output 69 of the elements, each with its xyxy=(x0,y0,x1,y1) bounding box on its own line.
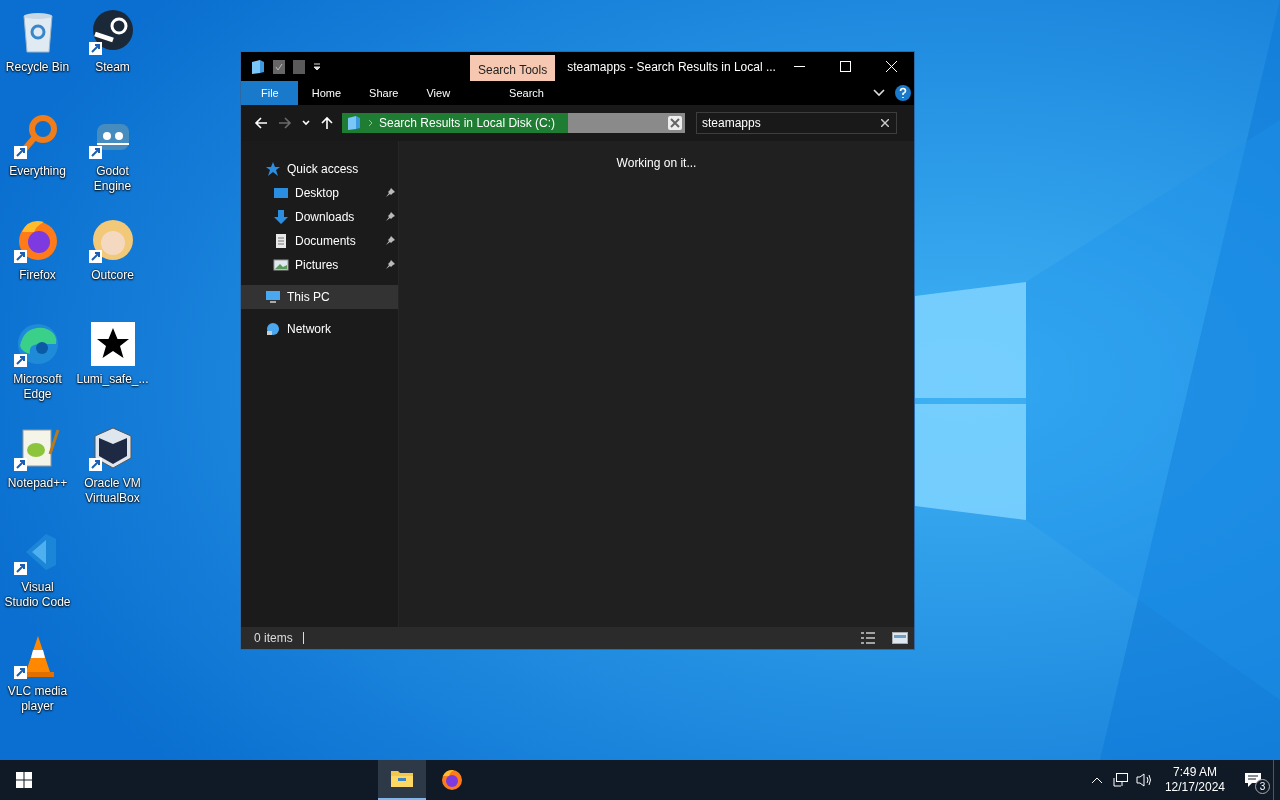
folder-icon xyxy=(346,115,362,131)
ribbon-tab[interactable]: Share xyxy=(355,81,413,105)
nav-item[interactable]: This PC xyxy=(241,285,398,309)
pin-icon xyxy=(385,235,396,246)
address-path: Search Results in Local Disk (C:) xyxy=(379,116,556,130)
ribbon-tab[interactable]: Home xyxy=(297,81,356,105)
nav-item[interactable]: Documents xyxy=(241,229,398,253)
nav-item[interactable]: Pictures xyxy=(241,253,398,277)
taskbar-app[interactable] xyxy=(378,760,426,800)
minimize-icon xyxy=(793,66,805,67)
desktop-shortcut[interactable]: Recycle Bin xyxy=(0,4,75,75)
pin-icon xyxy=(385,211,396,222)
pin-icon xyxy=(385,259,396,270)
nav-item[interactable]: Network xyxy=(241,317,398,341)
desktop-shortcut[interactable]: Godot Engine xyxy=(75,108,150,194)
maximize-icon xyxy=(839,61,851,72)
back-icon xyxy=(254,116,268,130)
chevron-up-icon xyxy=(1090,776,1103,784)
window-title: steamapps - Search Results in Local ... xyxy=(566,58,776,76)
desktop-shortcut[interactable]: Steam xyxy=(75,4,150,75)
ribbon-tab[interactable]: View xyxy=(412,81,465,105)
up-icon xyxy=(320,116,334,130)
nav-item[interactable]: Quick access xyxy=(241,157,398,181)
clear-icon xyxy=(668,116,682,130)
clear-address-button[interactable] xyxy=(665,113,685,133)
computer-icon xyxy=(265,289,281,305)
monitor-icon xyxy=(273,185,289,201)
notifications-button[interactable]: 3 xyxy=(1233,760,1273,800)
desktop-shortcut[interactable]: Oracle VM VirtualBox xyxy=(75,420,150,506)
forward-icon xyxy=(278,116,292,130)
search-field[interactable]: steamapps xyxy=(696,112,897,134)
desktop-shortcut[interactable]: Notepad++ xyxy=(0,420,75,491)
details-view-icon[interactable] xyxy=(860,632,876,644)
folder-icon xyxy=(250,58,266,75)
desktop-shortcut[interactable]: Outcore xyxy=(75,212,150,283)
desktop-shortcut[interactable]: Lumi_safe_... xyxy=(75,316,150,387)
nav-item[interactable]: Downloads xyxy=(241,205,398,229)
globe-icon xyxy=(440,768,464,792)
status-message: Working on it... xyxy=(616,156,697,172)
properties-icon[interactable] xyxy=(272,58,286,75)
address-bar[interactable]: Search Results in Local Disk (C:) xyxy=(342,113,665,133)
desktop-shortcut[interactable]: Firefox xyxy=(0,212,75,283)
star-icon xyxy=(265,161,281,177)
notification-count: 3 xyxy=(1255,779,1270,794)
desktop-shortcut[interactable]: VLC media player xyxy=(0,628,75,714)
network-icon xyxy=(265,321,281,337)
image-icon xyxy=(273,257,289,273)
context-tab-label: Search Tools xyxy=(470,55,556,81)
nav-item[interactable]: Desktop xyxy=(241,181,398,205)
chevron-icon xyxy=(368,119,373,127)
ribbon-tab[interactable]: Search xyxy=(494,81,559,105)
desktop-shortcut[interactable]: Everything xyxy=(0,108,75,179)
document-icon xyxy=(273,233,289,249)
download-icon xyxy=(273,209,289,225)
close-icon xyxy=(885,61,897,72)
help-icon[interactable] xyxy=(895,85,911,101)
monitor-icon xyxy=(1112,772,1129,788)
thumbnail-view-icon[interactable] xyxy=(892,632,908,644)
clock[interactable]: 7:49 AM 12/17/2024 xyxy=(1156,760,1233,800)
item-count: 0 items xyxy=(254,631,293,645)
desktop-shortcut[interactable]: Microsoft Edge xyxy=(0,316,75,402)
pin-icon xyxy=(385,187,396,198)
speaker-icon xyxy=(1135,772,1154,788)
windows-icon xyxy=(16,772,32,788)
new-folder-icon[interactable] xyxy=(292,58,306,75)
desktop-shortcut[interactable]: Visual Studio Code xyxy=(0,524,75,610)
expand-ribbon-icon[interactable] xyxy=(873,89,885,97)
customize-caret-icon[interactable] xyxy=(312,61,322,72)
close-icon xyxy=(881,119,889,127)
